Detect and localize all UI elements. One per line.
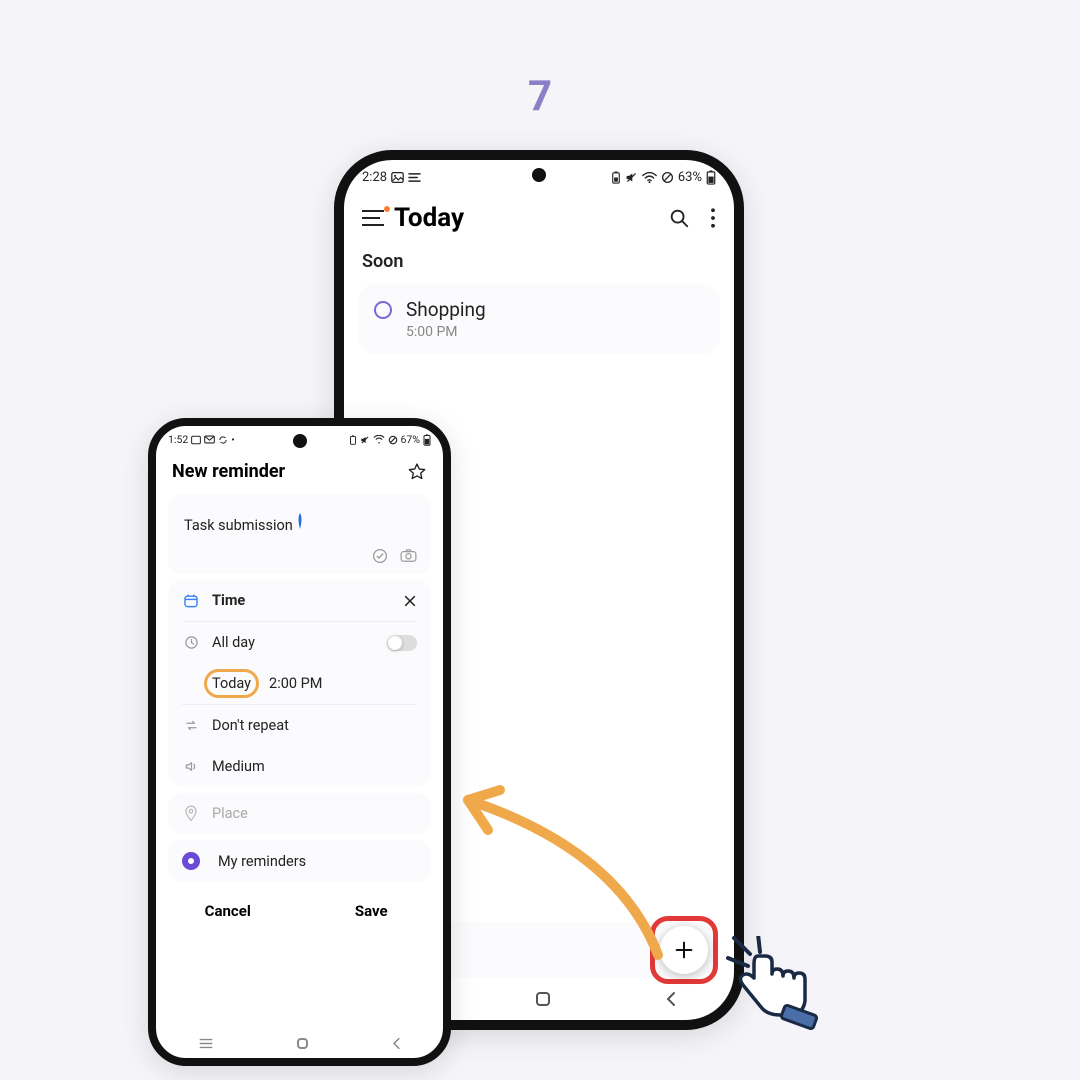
plus-icon: [673, 939, 695, 961]
app-header: Today: [344, 189, 734, 241]
add-button[interactable]: [660, 926, 708, 974]
category-label: My reminders: [218, 853, 306, 870]
mute-icon: [360, 435, 370, 445]
nav-back-icon[interactable]: [665, 991, 677, 1007]
place-label: Place: [212, 805, 248, 822]
battery-pct: 63%: [678, 170, 702, 185]
calendar-icon: [182, 593, 200, 609]
more-icon[interactable]: [710, 208, 716, 228]
section-soon: Soon: [344, 241, 734, 278]
mail-icon: [204, 435, 215, 444]
status-bar: 1:52 • 67%: [156, 426, 443, 449]
nav-home-icon[interactable]: [297, 1038, 308, 1049]
alert-label: Medium: [212, 758, 265, 775]
sound-icon: [182, 759, 200, 774]
wifi-icon: [642, 172, 657, 184]
search-icon[interactable]: [668, 207, 690, 229]
reminder-card[interactable]: Shopping 5:00 PM: [358, 284, 720, 354]
save-button[interactable]: Save: [300, 902, 444, 920]
datetime-row[interactable]: Today 2:00 PM: [168, 663, 431, 704]
category-card[interactable]: My reminders: [168, 840, 431, 882]
wifi-icon: [373, 435, 385, 444]
title-input-card[interactable]: Task submission: [168, 494, 431, 574]
nav-back-icon[interactable]: [392, 1037, 401, 1050]
all-day-toggle[interactable]: [387, 635, 417, 651]
alert-row[interactable]: Medium: [168, 746, 431, 787]
reminder-time: 5:00 PM: [406, 324, 486, 340]
step-number: 7: [528, 72, 552, 121]
reminder-title: Shopping: [406, 298, 486, 321]
time-chip[interactable]: 2:00 PM: [269, 675, 322, 692]
annotation-tap-hand: [720, 936, 830, 1040]
status-bar: 2:28 63%: [344, 160, 734, 189]
repeat-label: Don't repeat: [212, 717, 289, 734]
reminder-text-input[interactable]: Task submission: [168, 494, 431, 540]
battery-pct: 67%: [401, 433, 421, 446]
hamburger-icon[interactable]: [362, 210, 384, 226]
star-icon[interactable]: [407, 462, 427, 482]
no-signal-icon: [661, 171, 674, 184]
text-cursor-icon: [294, 512, 306, 530]
phone-new-reminder: 1:52 • 67% New reminder Task submission: [148, 418, 451, 1066]
place-card[interactable]: Place: [168, 793, 431, 834]
close-icon[interactable]: [403, 594, 417, 608]
battery-icon: [706, 170, 716, 185]
page-title: Today: [394, 203, 464, 233]
sync-icon: [218, 435, 228, 445]
battery-icon: [423, 434, 431, 446]
footer-buttons: Cancel Save: [156, 888, 443, 930]
date-chip[interactable]: Today: [212, 675, 251, 692]
picture-icon: [391, 171, 404, 184]
picture-icon: [191, 435, 201, 445]
nav-recents-icon[interactable]: [198, 1038, 214, 1049]
repeat-icon: [182, 718, 200, 733]
complete-radio[interactable]: [374, 301, 392, 319]
mute-icon: [625, 171, 638, 184]
nav-home-icon[interactable]: [536, 992, 550, 1006]
battery-small-icon: [611, 171, 621, 184]
all-day-row[interactable]: All day: [168, 622, 431, 663]
battery-small-icon: [349, 435, 357, 445]
no-signal-icon: [388, 435, 398, 445]
android-navbar: [156, 1032, 443, 1054]
camera-icon[interactable]: [400, 548, 417, 563]
cancel-button[interactable]: Cancel: [156, 902, 300, 920]
status-time: 2:28: [362, 170, 387, 185]
clock-icon: [182, 635, 200, 650]
time-card: Time All day Today 2:00 PM Don't repeat: [168, 580, 431, 787]
new-reminder-header: New reminder: [156, 449, 443, 488]
time-label: Time: [212, 592, 245, 609]
time-row[interactable]: Time: [168, 580, 431, 621]
repeat-row[interactable]: Don't repeat: [168, 705, 431, 746]
reminder-text-value: Task submission: [184, 517, 293, 534]
lines-icon: [408, 172, 421, 183]
all-day-label: All day: [212, 634, 255, 651]
checklist-icon[interactable]: [372, 548, 388, 564]
status-time: 1:52: [168, 433, 188, 446]
screen-title: New reminder: [172, 461, 285, 482]
category-icon: [182, 852, 200, 870]
pin-icon: [182, 805, 200, 822]
